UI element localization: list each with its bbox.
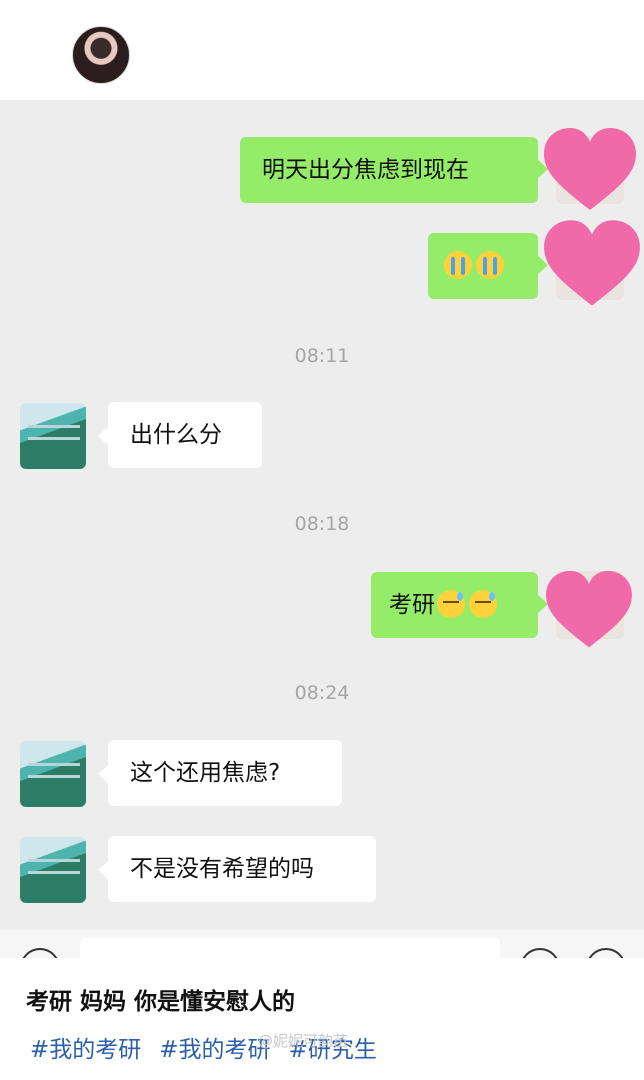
loudly-crying-emoji-icon <box>476 250 504 279</box>
contact-avatar[interactable] <box>20 837 86 903</box>
contact-avatar[interactable] <box>20 741 86 807</box>
heart-avatar-icon <box>544 220 640 306</box>
my-avatar[interactable] <box>544 128 636 210</box>
message-text: 这个还用焦虑? <box>130 760 281 786</box>
chat-area: 明天出分焦虑到现在 08:11 出什么分 08:18 考研 08:24 这个还用… <box>0 100 644 930</box>
sweat-emoji-icon <box>469 589 497 618</box>
message-bubble-sent[interactable]: 明天出分焦虑到现在 <box>240 137 548 203</box>
timestamp: 08:11 <box>294 345 350 367</box>
timestamp: 08:24 <box>294 682 350 704</box>
my-avatar[interactable] <box>546 570 632 648</box>
watermark: @妮妮可韵苗 <box>258 1032 349 1050</box>
loudly-crying-emoji-icon <box>444 250 472 279</box>
message-bubble-sent[interactable]: 考研 <box>371 572 548 638</box>
message-bubble-received[interactable]: 这个还用焦虑? <box>98 740 342 806</box>
hashtag-link[interactable]: #我的考研 <box>159 1037 270 1063</box>
message-input-bar <box>0 930 644 960</box>
message-bubble-received[interactable]: 出什么分 <box>98 402 262 468</box>
heart-avatar-icon <box>544 128 636 210</box>
message-text: 不是没有希望的吗 <box>130 856 314 882</box>
message-bubble-sent[interactable] <box>428 233 548 299</box>
contact-avatar[interactable] <box>20 403 86 469</box>
caption-text: 考研 妈妈 你是懂安慰人的 <box>26 989 296 1015</box>
message-text: 明天出分焦虑到现在 <box>262 157 469 183</box>
sweat-emoji-icon <box>437 589 465 618</box>
post-caption: 考研 妈妈 你是懂安慰人的 #我的考研 #我的考研 #研究生 @妮妮可韵苗 <box>0 958 644 1080</box>
hashtag-link[interactable]: #我的考研 <box>30 1037 141 1063</box>
message-bubble-received[interactable]: 不是没有希望的吗 <box>98 836 376 902</box>
heart-avatar-icon <box>546 570 632 648</box>
message-input[interactable] <box>80 938 500 960</box>
message-text: 出什么分 <box>130 422 222 448</box>
message-text: 考研 <box>389 592 435 618</box>
chat-header <box>0 0 644 100</box>
timestamp: 08:18 <box>294 513 350 535</box>
my-avatar[interactable] <box>544 220 640 306</box>
profile-avatar[interactable] <box>72 26 130 84</box>
